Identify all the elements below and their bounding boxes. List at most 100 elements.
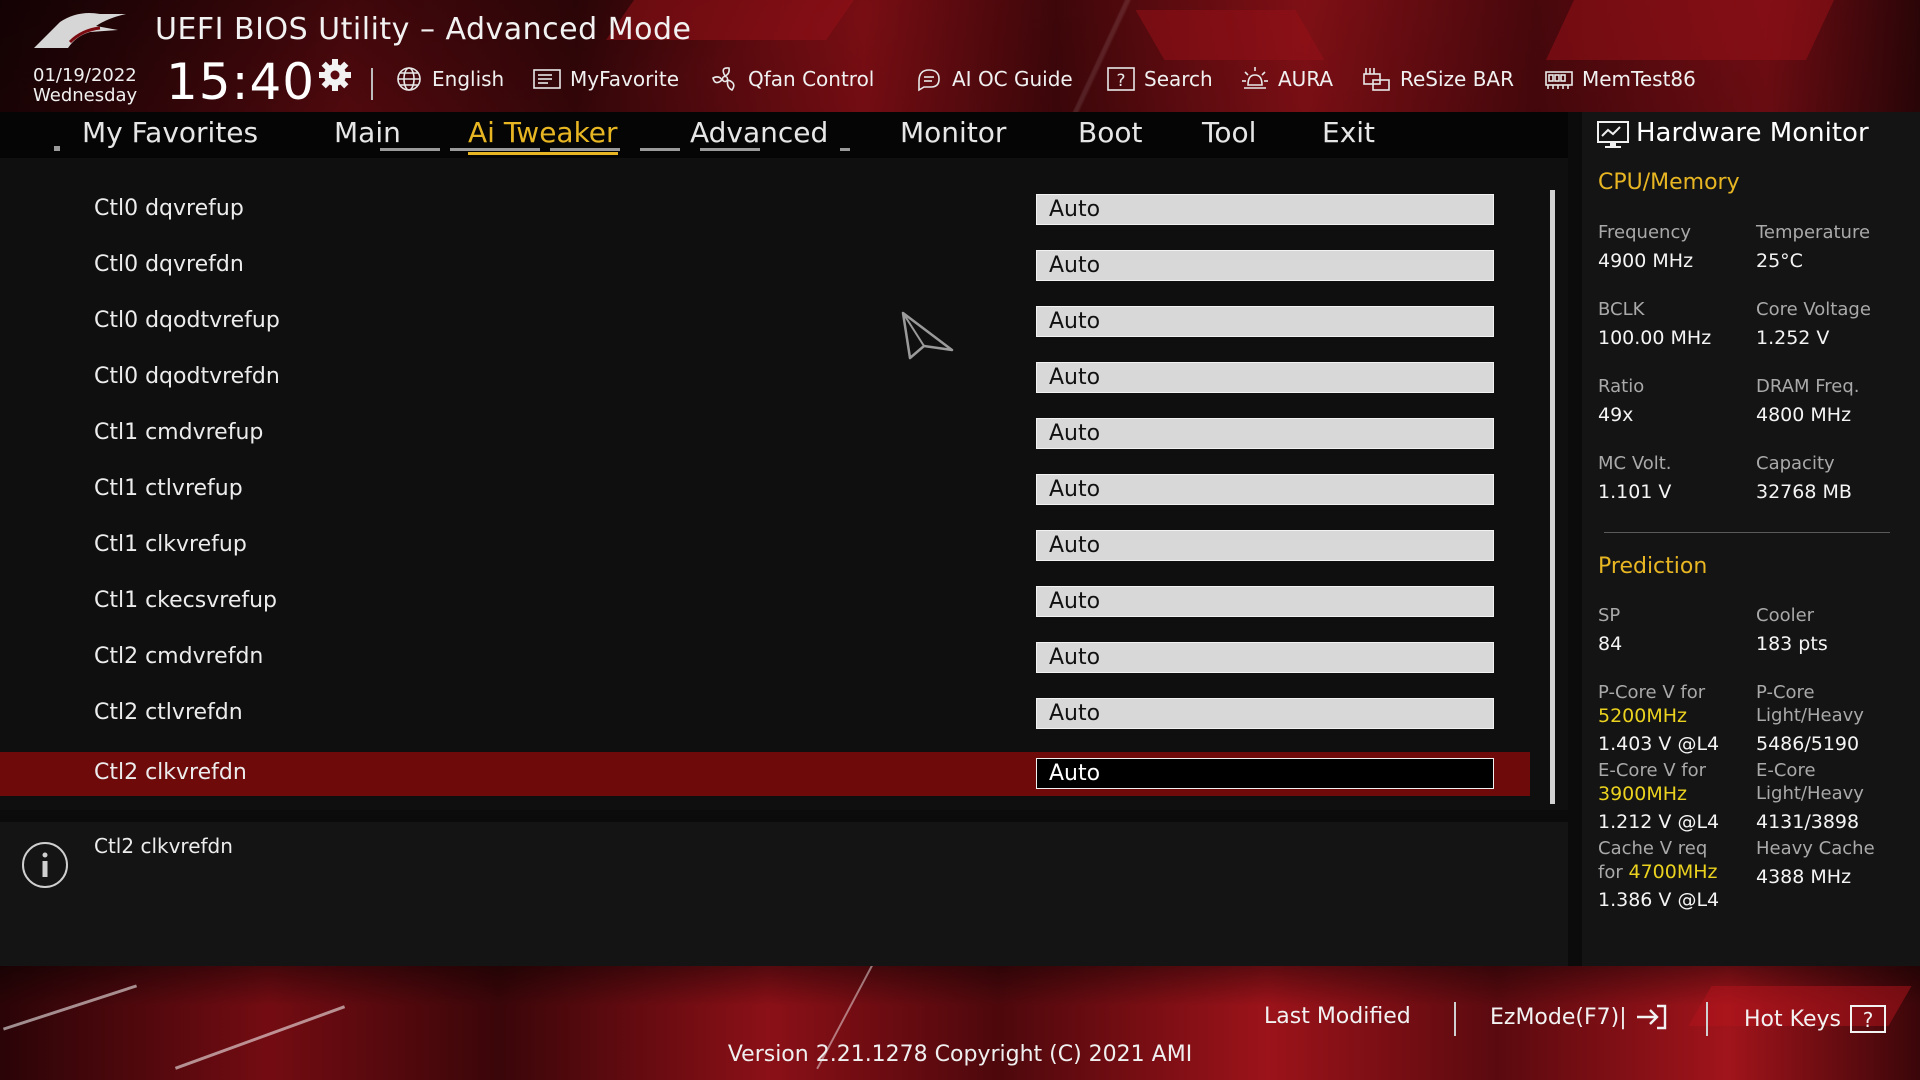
scrolled-off-row-fragment — [54, 146, 850, 151]
pcore-light-heavy-value: 5486/5190 — [1756, 733, 1860, 755]
sp-value: 84 — [1598, 633, 1623, 655]
footer-divider — [1706, 1002, 1708, 1036]
setting-value-box[interactable]: Auto — [1036, 586, 1494, 617]
setting-label: Ctl1 ckecsvrefup — [94, 588, 278, 613]
cache-v-label-2: for 4700MHz — [1598, 861, 1718, 884]
tool-qfan-control[interactable]: Qfan Control — [710, 64, 874, 94]
setting-value-box[interactable]: Auto — [1036, 306, 1494, 337]
header-decor — [1135, 10, 1325, 60]
heavy-cache-label: Heavy Cache — [1756, 838, 1875, 859]
mc-volt-label: MC Volt. — [1598, 453, 1672, 474]
setting-label: Ctl0 dqvrefup — [94, 196, 244, 221]
setting-row[interactable]: Ctl0 dqvrefdn Auto — [0, 244, 1530, 288]
tool-myfavorite-label: MyFavorite — [570, 67, 680, 91]
tool-aura[interactable]: AURA — [1240, 64, 1333, 94]
setting-row[interactable]: Ctl1 ckecsvrefup Auto — [0, 580, 1530, 624]
capacity-value: 32768 MB — [1756, 481, 1852, 503]
pcore-v-label: P-Core V for — [1598, 682, 1706, 703]
setting-row[interactable]: Ctl0 dqodtvrefdn Auto — [0, 356, 1530, 400]
sp-label: SP — [1598, 605, 1621, 626]
tool-memtest86-label: MemTest86 — [1582, 67, 1696, 91]
resize-bar-icon — [1363, 68, 1390, 91]
ai-oc-guide-icon — [918, 69, 940, 92]
memory-icon — [1545, 71, 1573, 89]
pcore-v-frequency: 5200MHz — [1598, 705, 1688, 727]
pcore-light-heavy-label-2: Light/Heavy — [1756, 705, 1864, 726]
cache-v-frequency: 4700MHz — [1628, 861, 1718, 883]
info-icon — [22, 842, 68, 888]
tab-tool[interactable]: Tool — [1202, 116, 1256, 152]
ecore-light-heavy-label: E-Core — [1756, 760, 1816, 781]
tool-english[interactable]: English — [394, 64, 504, 94]
cache-v-label: Cache V req — [1598, 838, 1708, 859]
ezmode-button[interactable]: EzMode(F7)| — [1490, 1004, 1669, 1030]
weekday-text: Wednesday — [33, 85, 138, 106]
footer-decor — [2, 984, 138, 1031]
tool-ai-oc-guide[interactable]: AI OC Guide — [914, 64, 1073, 94]
favorite-list-icon — [533, 69, 561, 89]
setting-value-box[interactable]: Auto — [1036, 698, 1494, 729]
tab-boot[interactable]: Boot — [1078, 116, 1142, 152]
frequency-value: 4900 MHz — [1598, 250, 1694, 272]
setting-value-box[interactable]: Auto — [1036, 642, 1494, 673]
hardware-monitor-divider — [1604, 532, 1890, 533]
ezmode-label: EzMode(F7)| — [1490, 1004, 1627, 1030]
setting-label: Ctl2 cmdvrefdn — [94, 644, 264, 669]
last-modified-label: Last Modified — [1264, 1004, 1411, 1029]
tool-ai-oc-guide-label: AI OC Guide — [952, 67, 1073, 91]
monitor-icon — [1597, 121, 1629, 148]
settings-scrollbar[interactable] — [1550, 190, 1555, 804]
header-divider — [371, 68, 373, 100]
setting-row-selected[interactable]: Ctl2 clkvrefdn Auto — [0, 752, 1530, 796]
tool-english-label: English — [432, 67, 505, 91]
ecore-v-value: 1.212 V @L4 — [1598, 811, 1720, 833]
tool-aura-label: AURA — [1278, 67, 1334, 91]
hot-keys-button[interactable]: Hot Keys ? — [1744, 1004, 1887, 1034]
ecore-v-frequency: 3900MHz — [1598, 783, 1688, 805]
svg-text:?: ? — [1116, 71, 1125, 91]
cache-v-value: 1.386 V @L4 — [1598, 889, 1720, 911]
globe-icon — [397, 67, 421, 91]
setting-row[interactable]: Ctl1 cmdvrefup Auto — [0, 412, 1530, 456]
setting-row[interactable]: Ctl0 dqvrefup Auto — [0, 188, 1530, 232]
setting-label: Ctl0 dqodtvrefup — [94, 308, 280, 333]
setting-row[interactable]: Ctl1 clkvrefup Auto — [0, 524, 1530, 568]
tool-memtest86[interactable]: MemTest86 — [1544, 64, 1696, 94]
date-text: 01/19/2022 — [33, 65, 137, 86]
setting-value-box[interactable]: Auto — [1036, 530, 1494, 561]
setting-value-box[interactable]: Auto — [1036, 362, 1494, 393]
setting-row[interactable]: Ctl1 ctlvrefup Auto — [0, 468, 1530, 512]
bclk-label: BCLK — [1598, 299, 1645, 320]
tool-resize-bar[interactable]: ReSize BAR — [1362, 64, 1514, 94]
tool-myfavorite[interactable]: MyFavorite — [532, 64, 679, 94]
dram-freq-value: 4800 MHz — [1756, 404, 1852, 426]
tool-search[interactable]: ? Search — [1106, 64, 1213, 94]
setting-value-box[interactable]: Auto — [1036, 758, 1494, 789]
bclk-value: 100.00 MHz — [1598, 327, 1712, 349]
frequency-label: Frequency — [1598, 222, 1691, 243]
gear-icon[interactable] — [318, 58, 352, 92]
tool-qfan-control-label: Qfan Control — [748, 67, 875, 91]
setting-label: Ctl1 ctlvrefup — [94, 476, 243, 501]
footer-divider — [1454, 1002, 1456, 1036]
setting-row[interactable]: Ctl2 ctlvrefdn Auto — [0, 692, 1530, 736]
core-voltage-value: 1.252 V — [1756, 327, 1830, 349]
setting-row[interactable]: Ctl0 dqodtvrefup Auto — [0, 300, 1530, 344]
setting-value-box[interactable]: Auto — [1036, 194, 1494, 225]
setting-row[interactable]: Ctl2 cmdvrefdn Auto — [0, 636, 1530, 680]
tab-monitor[interactable]: Monitor — [900, 116, 1006, 152]
temperature-label: Temperature — [1756, 222, 1871, 243]
prediction-heading: Prediction — [1598, 554, 1708, 579]
tool-search-label: Search — [1144, 67, 1213, 91]
cooler-label: Cooler — [1756, 605, 1815, 626]
setting-value-box[interactable]: Auto — [1036, 474, 1494, 505]
last-modified-button[interactable]: Last Modified — [1264, 1004, 1411, 1029]
mc-volt-value: 1.101 V — [1598, 481, 1672, 503]
tab-exit[interactable]: Exit — [1322, 116, 1375, 152]
aura-light-icon — [1242, 67, 1268, 89]
setting-value-box[interactable]: Auto — [1036, 250, 1494, 281]
pcore-light-heavy-label: P-Core — [1756, 682, 1815, 703]
tool-resize-bar-label: ReSize BAR — [1400, 67, 1515, 91]
setting-value-box[interactable]: Auto — [1036, 418, 1494, 449]
setting-label: Ctl0 dqodtvrefdn — [94, 364, 280, 389]
